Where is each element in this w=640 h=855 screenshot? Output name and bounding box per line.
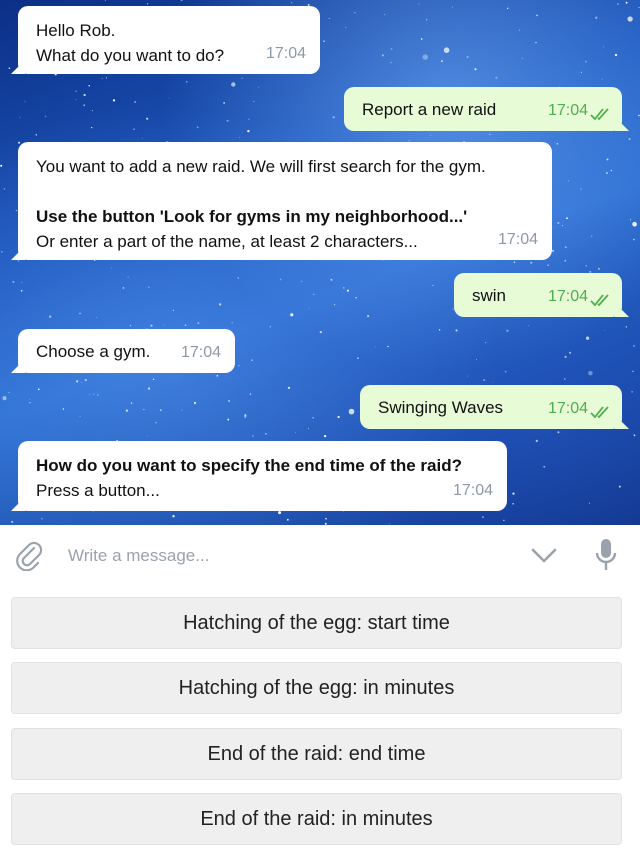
keyboard-button-hatch-minutes[interactable]: Hatching of the egg: in minutes [11,662,622,714]
double-check-icon [590,108,609,121]
reply-keyboard: Hatching of the egg: start time Hatching… [0,587,640,855]
chat-area[interactable]: Hello Rob. What do you want to do? 17:04… [0,0,640,525]
message-time: 17:04 [497,231,538,248]
message-time: 17:04 [452,482,493,499]
message-text: Press a button... [36,481,160,500]
message-time: 17:04 [547,400,588,417]
message-text: You want to add a new raid. We will firs… [36,157,486,176]
incoming-message: How do you want to specify the end time … [18,441,507,511]
message-input[interactable] [68,541,508,571]
message-time: 17:04 [547,288,588,305]
outgoing-message: Swinging Waves 17:04 [360,385,622,429]
keyboard-button-end-minutes[interactable]: End of the raid: in minutes [11,793,622,845]
outgoing-message: Report a new raid 17:04 [344,87,622,131]
incoming-message: Hello Rob. What do you want to do? 17:04 [18,6,320,74]
paperclip-icon[interactable] [14,539,44,571]
double-check-icon [590,406,609,419]
incoming-message: Choose a gym. 17:04 [18,329,235,373]
message-text: Hello Rob. [36,21,116,40]
incoming-message: You want to add a new raid. We will firs… [18,142,552,260]
message-time: 17:04 [547,102,588,119]
keyboard-button-end-time[interactable]: End of the raid: end time [11,728,622,780]
message-text: What do you want to do? [36,46,225,65]
message-text: Or enter a part of the name, at least 2 … [36,232,418,251]
message-time: 17:04 [265,45,306,62]
double-check-icon [590,294,609,307]
message-text: How do you want to specify the end time … [36,456,462,475]
chevron-down-icon[interactable] [530,545,558,565]
outgoing-message: swin 17:04 [454,273,622,317]
message-spacer [36,179,536,204]
keyboard-button-hatch-start[interactable]: Hatching of the egg: start time [11,597,622,649]
message-text: Use the button 'Look for gyms in my neig… [36,207,468,226]
message-composer [0,525,640,587]
microphone-icon[interactable] [594,537,618,573]
message-time: 17:04 [180,344,221,361]
